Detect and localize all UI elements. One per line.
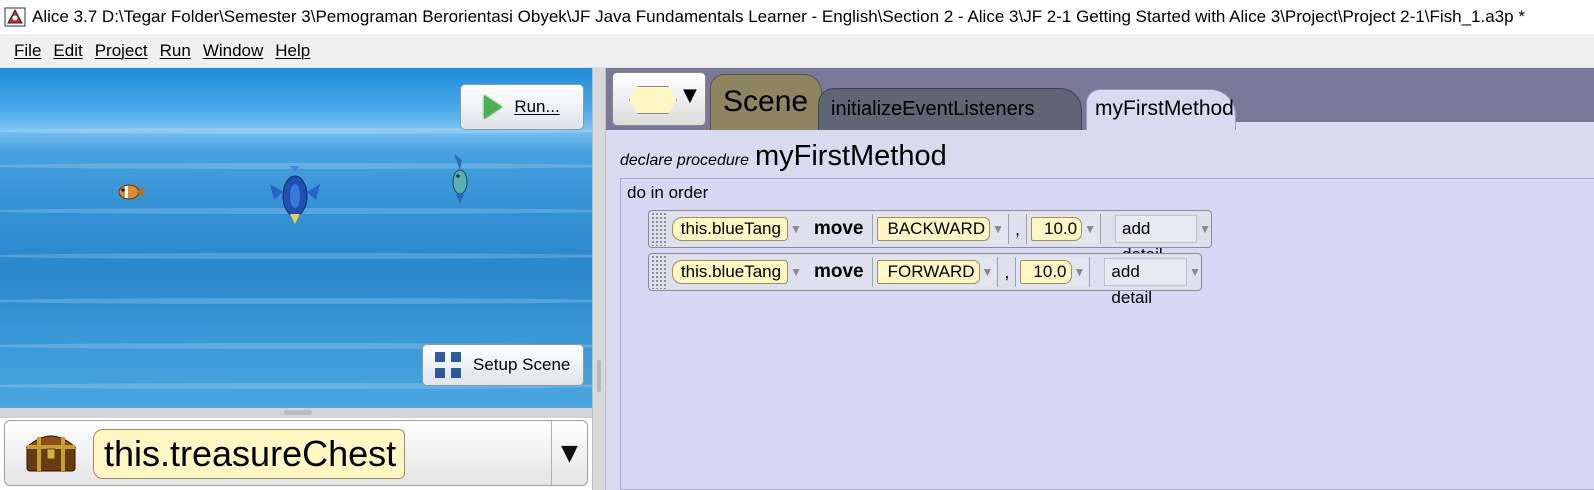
dropdown-arrow-icon[interactable]: ▼ bbox=[790, 222, 802, 236]
title-bar: Alice 3.7 D:\Tegar Folder\Semester 3\Pem… bbox=[0, 0, 1594, 34]
scene-view[interactable]: Run... Setup Scene bbox=[0, 68, 592, 408]
comma-separator: , bbox=[1015, 218, 1021, 239]
sea-wave bbox=[0, 253, 592, 259]
tab-underline bbox=[1236, 122, 1594, 130]
menu-file[interactable]: File bbox=[14, 41, 41, 61]
tab-scene[interactable]: Scene bbox=[710, 74, 822, 130]
play-icon bbox=[484, 95, 503, 119]
method-keyword: move bbox=[813, 218, 864, 239]
amount-argument[interactable]: 10.0 ▼ bbox=[1026, 214, 1101, 244]
dropdown-arrow-icon[interactable]: ▼ bbox=[1074, 265, 1086, 279]
fish-model[interactable] bbox=[446, 152, 474, 204]
amount-value[interactable]: 10.0 bbox=[1031, 217, 1083, 241]
type-hexagon-icon bbox=[629, 86, 677, 114]
type-selector-button[interactable]: ▼ bbox=[612, 72, 706, 126]
direction-value[interactable]: BACKWARD bbox=[876, 217, 991, 241]
tab-my-first-method[interactable]: myFirstMethod bbox=[1086, 89, 1236, 130]
dropdown-arrow-icon[interactable]: ▼ bbox=[1084, 222, 1096, 236]
dropdown-arrow-icon[interactable]: ▼ bbox=[982, 265, 994, 279]
method-name: myFirstMethod bbox=[754, 140, 947, 172]
dropdown-arrow-icon[interactable]: ▼ bbox=[1189, 265, 1201, 279]
do-in-order-label: do in order bbox=[627, 183, 709, 202]
statement-move-backward[interactable]: this.blueTang ▼ move BACKWARD ▼ , 10.0 ▼… bbox=[648, 210, 1212, 264]
amount-argument[interactable]: 10.0 ▼ bbox=[1015, 257, 1091, 287]
declare-keyword: declare procedure bbox=[620, 152, 749, 169]
alice-app-icon bbox=[4, 7, 26, 27]
direction-argument[interactable]: BACKWARD ▼ bbox=[871, 214, 1009, 244]
dropdown-arrow-icon[interactable]: ▼ bbox=[551, 421, 587, 485]
selected-object-label: this.treasureChest bbox=[93, 429, 406, 479]
menu-edit[interactable]: Edit bbox=[53, 41, 82, 61]
comma-separator: , bbox=[1004, 261, 1010, 282]
method-header: declare procedure myFirstMethod bbox=[620, 140, 947, 173]
dropdown-arrow-icon: ▼ bbox=[683, 85, 697, 106]
menu-project[interactable]: Project bbox=[95, 41, 148, 61]
menu-help[interactable]: Help bbox=[275, 41, 310, 61]
expand-icon bbox=[435, 352, 461, 378]
drag-handle[interactable] bbox=[651, 212, 666, 246]
vertical-splitter[interactable] bbox=[592, 68, 606, 490]
direction-value[interactable]: FORWARD bbox=[876, 260, 980, 284]
add-detail-button[interactable]: add detail bbox=[1115, 215, 1198, 264]
menu-window[interactable]: Window bbox=[203, 41, 263, 61]
statement-move-forward[interactable]: this.blueTang ▼ move FORWARD ▼ , 10.0 ▼ … bbox=[648, 253, 1202, 307]
menu-bar: File Edit Project Run Window Help bbox=[0, 34, 1594, 68]
drag-handle[interactable] bbox=[651, 255, 666, 289]
run-button-label: Run... bbox=[514, 97, 560, 116]
splitter-grip[interactable] bbox=[284, 410, 312, 415]
dropdown-arrow-icon[interactable]: ▼ bbox=[992, 222, 1004, 236]
direction-argument[interactable]: FORWARD ▼ bbox=[871, 257, 999, 287]
amount-value[interactable]: 10.0 bbox=[1020, 260, 1072, 284]
object-pill[interactable]: this.blueTang bbox=[671, 217, 788, 241]
object-selector[interactable]: this.treasureChest ▼ bbox=[4, 420, 588, 486]
method-keyword: move bbox=[813, 261, 864, 282]
object-pill[interactable]: this.blueTang bbox=[671, 260, 789, 284]
blue-tang-model[interactable] bbox=[268, 166, 322, 224]
setup-scene-button[interactable]: Setup Scene bbox=[422, 344, 584, 386]
tab-initialize-event-listeners[interactable]: initializeEventListeners bbox=[818, 88, 1082, 130]
vertical-splitter-grip[interactable] bbox=[597, 360, 601, 392]
run-button[interactable]: Run... bbox=[460, 84, 584, 130]
treasure-chest-icon bbox=[25, 435, 77, 472]
dropdown-arrow-icon[interactable]: ▼ bbox=[1199, 222, 1211, 236]
window-title: Alice 3.7 D:\Tegar Folder\Semester 3\Pem… bbox=[32, 7, 1525, 26]
setup-scene-label: Setup Scene bbox=[473, 355, 571, 374]
clownfish-model[interactable] bbox=[116, 180, 144, 204]
menu-run[interactable]: Run bbox=[160, 41, 191, 61]
sea-wave bbox=[0, 298, 592, 304]
add-detail-button[interactable]: add detail bbox=[1104, 258, 1188, 307]
dropdown-arrow-icon[interactable]: ▼ bbox=[790, 265, 802, 279]
